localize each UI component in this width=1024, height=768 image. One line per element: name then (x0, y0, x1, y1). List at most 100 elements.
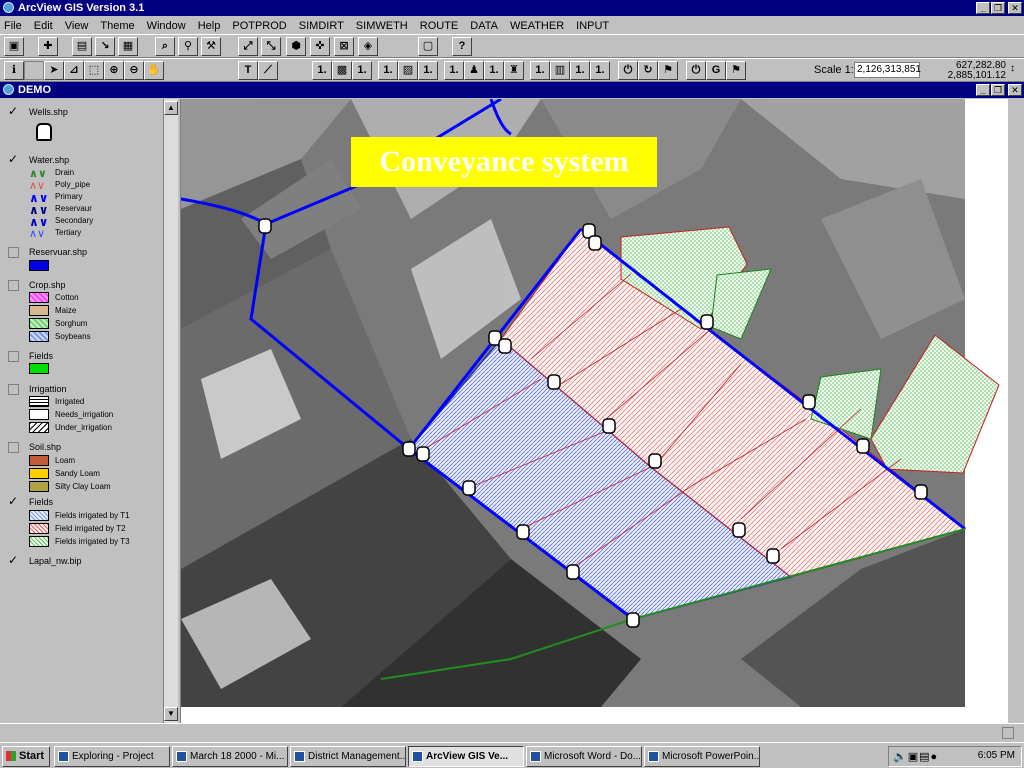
menu-input[interactable]: INPUT (576, 20, 609, 32)
app-title-bar[interactable]: ArcView GIS Version 3.1 _ ❐ ✕ (0, 0, 1024, 16)
draw-line-icon[interactable]: ⟋ (258, 61, 278, 80)
map-tool-icon[interactable]: ▩ (332, 61, 352, 80)
menu-simdirt[interactable]: SIMDIRT (299, 20, 344, 32)
menu-simweth[interactable]: SIMWETH (356, 20, 408, 32)
minimize-button[interactable]: _ (976, 2, 990, 14)
open-theme-table-icon[interactable]: ▦ (118, 37, 138, 56)
aerial-map[interactable] (180, 97, 1009, 723)
hydrant-tool-icon[interactable]: ♜ (504, 61, 524, 80)
menu-route[interactable]: ROUTE (420, 20, 459, 32)
vertex-edit-icon[interactable]: ⊿ (64, 61, 84, 80)
view-title-bar[interactable]: DEMO _ ❐ ✕ (0, 82, 1024, 98)
view-close-button[interactable]: ✕ (1008, 84, 1022, 96)
menu-file[interactable]: File (4, 20, 22, 32)
zoom-in-icon[interactable]: ✜ (310, 37, 330, 56)
status-bar (0, 723, 1024, 741)
scroll-down-arrow-icon[interactable]: ▼ (164, 707, 178, 721)
clock[interactable]: 6:05 PM (978, 750, 1015, 761)
menu-potprod[interactable]: POTPROD (232, 20, 286, 32)
arcview-app-icon[interactable] (3, 2, 14, 13)
menu-weather[interactable]: WEATHER (510, 20, 564, 32)
refresh-icon[interactable]: ↻ (638, 61, 658, 80)
person-tool-icon[interactable]: ♟ (464, 61, 484, 80)
view-minimize-button[interactable]: _ (976, 84, 990, 96)
flag-orange-icon[interactable]: ⚑ (658, 61, 678, 80)
theme-visibility-checkbox[interactable] (8, 442, 19, 453)
edit-legend-icon[interactable]: ↘ (95, 37, 115, 56)
theme-visibility-checkbox[interactable] (8, 351, 19, 362)
task-word[interactable]: Microsoft Word - Do... (526, 746, 642, 767)
close-button[interactable]: ✕ (1008, 2, 1022, 14)
power-icon[interactable]: ⏻ (618, 61, 638, 80)
theme-visibility-checkbox[interactable] (8, 280, 19, 291)
task-powerpoint[interactable]: Microsoft PowerPoin... (644, 746, 760, 767)
menu-window[interactable]: Window (147, 20, 186, 32)
theme-visibility-checkbox[interactable]: ✓ (8, 105, 19, 118)
scroll-up-arrow-icon[interactable]: ▲ (164, 101, 178, 115)
theme-visibility-checkbox[interactable]: ✓ (8, 554, 19, 567)
restore-button[interactable]: ❐ (991, 2, 1005, 14)
task-district-management[interactable]: District Management... (290, 746, 406, 767)
zoom-to-active-themes-icon[interactable]: ⤡ (261, 37, 281, 56)
zoom-out-tool-icon[interactable]: ⊖ (124, 61, 144, 80)
theme-name: Crop.shp (29, 280, 66, 290)
tray-icons[interactable]: 🔈▣▤● (893, 750, 938, 763)
resize-grip-icon[interactable] (1002, 727, 1014, 739)
menu-view[interactable]: View (65, 20, 89, 32)
num-tool-2[interactable]: 1. (352, 61, 372, 80)
num-tool-3[interactable]: 1. (378, 61, 398, 80)
chart-tool-icon[interactable]: ▥ (550, 61, 570, 80)
num-tool-4[interactable]: 1. (418, 61, 438, 80)
menu-theme[interactable]: Theme (100, 20, 134, 32)
save-project-icon[interactable]: ▣ (4, 37, 24, 56)
add-theme-icon[interactable]: ✚ (38, 37, 58, 56)
zoom-out-icon[interactable]: ⊠ (334, 37, 354, 56)
help-icon[interactable]: ? (452, 37, 472, 56)
start-label: Start (19, 750, 45, 762)
zoom-to-selected-icon[interactable]: ⬢ (286, 37, 306, 56)
blank-tool[interactable] (24, 61, 44, 80)
task-arcview[interactable]: ArcView GIS Ve... (408, 746, 524, 767)
select-feature-icon[interactable]: ⬚ (84, 61, 104, 80)
num-tool-8[interactable]: 1. (570, 61, 590, 80)
flag-green-icon[interactable]: ⚑ (726, 61, 746, 80)
theme-properties-icon[interactable]: ▤ (72, 37, 92, 56)
powerpoint-icon (648, 751, 659, 762)
coord-y: 2,885,101.12 (947, 70, 1006, 81)
menu-edit[interactable]: Edit (34, 20, 53, 32)
toc-scrollbar[interactable]: ▲ ▼ (163, 99, 178, 723)
pointer-icon[interactable]: ➤ (44, 61, 64, 80)
task-exploring-project[interactable]: Exploring - Project (54, 746, 170, 767)
num-tool-1[interactable]: 1. (312, 61, 332, 80)
pan-hand-icon[interactable]: ✋ (144, 61, 164, 80)
g-tool[interactable]: G (706, 61, 726, 80)
power-icon-2[interactable]: ⏻ (686, 61, 706, 80)
num-tool-6[interactable]: 1. (484, 61, 504, 80)
document-icon (176, 751, 187, 762)
num-tool-5[interactable]: 1. (444, 61, 464, 80)
theme-visibility-checkbox[interactable] (8, 247, 19, 258)
scale-input[interactable]: 2,126,313,851 (854, 62, 921, 78)
identify-icon[interactable]: ℹ (4, 61, 24, 80)
zoom-previous-icon[interactable]: ◈ (358, 37, 378, 56)
text-tool-icon[interactable]: T (238, 61, 258, 80)
theme-visibility-checkbox[interactable] (8, 384, 19, 395)
theme-visibility-checkbox[interactable]: ✓ (8, 153, 19, 166)
start-button[interactable]: Start (2, 746, 50, 767)
locate-address-icon[interactable]: ⚲ (178, 37, 198, 56)
image-tool-icon[interactable]: ▨ (398, 61, 418, 80)
theme-visibility-checkbox[interactable]: ✓ (8, 495, 19, 508)
zoom-in-tool-icon[interactable]: ⊕ (104, 61, 124, 80)
view-icon[interactable] (3, 84, 14, 95)
query-builder-icon[interactable]: ⚒ (201, 37, 221, 56)
select-none-icon[interactable]: ▢ (418, 37, 438, 56)
num-tool-9[interactable]: 1. (590, 61, 610, 80)
zoom-to-full-extent-icon[interactable]: ⤢ (238, 37, 258, 56)
map-display[interactable]: Conveyance system (180, 97, 1009, 723)
menu-data[interactable]: DATA (470, 20, 498, 32)
menu-help[interactable]: Help (198, 20, 221, 32)
view-restore-button[interactable]: ❐ (991, 84, 1005, 96)
task-march-18[interactable]: March 18 2000 - Mi... (172, 746, 288, 767)
num-tool-7[interactable]: 1. (530, 61, 550, 80)
find-icon[interactable]: ⌕ (155, 37, 175, 56)
